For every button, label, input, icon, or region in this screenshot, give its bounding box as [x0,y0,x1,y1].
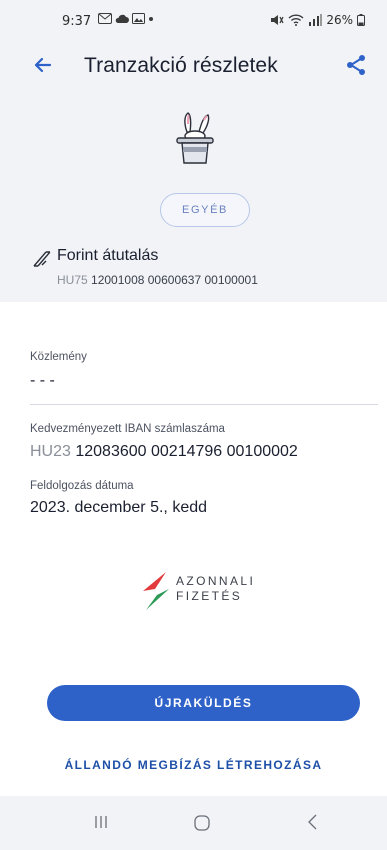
status-bar: 9:37 26% [0,0,387,36]
system-back-button[interactable] [306,813,320,831]
battery-percentage: 26% [326,13,353,27]
instant-payment-line2: FIZETÉS [176,589,243,603]
create-standing-order-link[interactable]: ÁLLANDÓ MEGBÍZÁS LÉTREHOZÁSA [0,758,387,772]
divider [30,404,378,405]
battery-icon [357,14,365,26]
resend-button-label: ÚJRAKÜLDÉS [154,696,253,710]
processing-date-label: Feldolgozás dátuma [30,480,134,492]
source-account-prefix: HU75 [57,273,88,287]
transaction-details-screen: 9:37 26% Tranzakció részletek EGYÉB Fori… [0,0,387,850]
instant-payment-text: AZONNALI FIZETÉS [176,574,255,604]
source-account-number: 12001008 00600637 00100001 [91,273,258,287]
beneficiary-iban-prefix: HU23 [30,443,71,460]
cloud-icon [115,14,129,23]
source-account: HU75 12001008 00600637 00100001 [57,273,258,287]
comment-label: Közlemény [30,351,87,363]
resend-button[interactable]: ÚJRAKÜLDÉS [47,685,360,721]
arrow-left-icon [34,57,52,73]
comment-value: - - - [30,372,55,389]
notification-icons [98,13,154,24]
status-time: 9:37 [62,14,92,29]
category-chip: EGYÉB [160,193,250,227]
mute-icon [271,15,284,25]
dot-icon [149,16,153,21]
beneficiary-iban: HU23 12083600 00214796 00100002 [30,443,298,461]
recent-apps-button[interactable] [92,814,110,830]
category-label: EGYÉB [182,204,228,216]
signal-icon [309,14,323,26]
message-icon [98,13,112,24]
transfer-type: Forint átutalás [57,247,159,264]
processing-date-value: 2023. december 5., kedd [30,499,208,516]
back-button[interactable] [30,52,56,78]
magic-hat-rabbit-icon [173,110,217,166]
beneficiary-iban-number: 12083600 00214796 00100002 [75,443,298,460]
status-right-icons: 26% [270,13,365,27]
instant-payment-line1: AZONNALI [176,574,256,588]
transfer-icon [32,249,52,269]
app-bar: Tranzakció részletek [0,46,387,86]
instant-payment-logo: AZONNALI FIZETÉS [140,570,280,616]
gallery-icon [132,13,145,24]
wifi-icon [288,14,304,26]
share-button[interactable] [343,52,369,78]
page-title: Tranzakció részletek [84,54,278,77]
beneficiary-iban-label: Kedvezményezett IBAN számlaszáma [30,423,225,435]
share-icon [347,55,365,75]
instant-payment-mark-icon [143,572,169,610]
home-button[interactable] [193,814,211,832]
system-navigation-bar [0,796,387,850]
